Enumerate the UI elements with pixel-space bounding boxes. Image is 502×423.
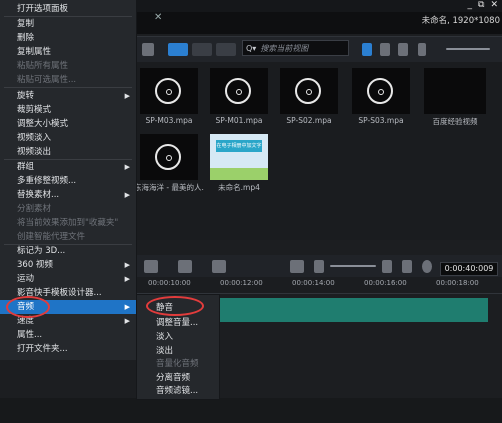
close-button[interactable]: ✕ xyxy=(490,0,498,12)
menu-item-resize-mode[interactable]: 调整大小模式 xyxy=(0,117,136,131)
menu-item-delete[interactable]: 删除 xyxy=(0,31,136,45)
menu-item-add-to-favorites: 将当前效果添加到"收藏夹" xyxy=(17,218,119,228)
thumb-ground xyxy=(210,168,268,180)
menu-item-create-proxy: 创建智能代理文件 xyxy=(17,232,86,242)
submenu-arrow-icon: ▶ xyxy=(124,303,130,311)
music-disc-icon xyxy=(225,78,251,104)
zoom-in-icon[interactable] xyxy=(382,260,392,273)
clock-icon xyxy=(422,260,432,273)
submenu-item-split-audio[interactable]: 分离音频 xyxy=(137,371,219,385)
timecode-display[interactable]: 0:00:40:009 xyxy=(440,262,498,276)
search-icon: Q▾ xyxy=(246,43,257,53)
thumbnail-view-icon[interactable] xyxy=(380,43,390,56)
media-label: 东海海洋 - 最美的人... xyxy=(134,183,204,192)
timeline-ruler[interactable]: 00:00:10:00 00:00:12:00 00:00:14:00 00:0… xyxy=(134,277,502,294)
media-label: SP-S03.mpa xyxy=(358,116,404,125)
grid-view-icon[interactable] xyxy=(398,43,408,56)
media-thumb-audio[interactable] xyxy=(210,68,268,114)
menu-item-properties[interactable]: 属性... xyxy=(0,328,136,342)
menu-item-copy-attributes[interactable]: 复制属性 xyxy=(0,45,136,59)
folder-icon[interactable] xyxy=(142,43,154,56)
menu-item-copy[interactable]: 复制 xyxy=(0,17,136,31)
highlight-ring xyxy=(146,296,204,316)
submenu-arrow-icon: ▶ xyxy=(124,92,130,100)
menu-item-360-video[interactable]: 360 视频 ▶ xyxy=(0,258,136,272)
edit-icon[interactable] xyxy=(290,260,304,273)
search-placeholder: 搜索当前视图 xyxy=(260,43,309,53)
music-disc-icon xyxy=(155,144,181,170)
window-controls: _ ⧉ ✕ xyxy=(468,0,498,12)
media-thumb-video[interactable]: 在电子相册中加文字 xyxy=(210,134,268,180)
bottom-bar xyxy=(0,398,502,423)
media-thumb-audio[interactable] xyxy=(140,134,198,180)
menu-item-video-fade-in[interactable]: 视频淡入 xyxy=(0,131,136,145)
menu-item-open-options[interactable]: 打开选项面板 xyxy=(0,2,136,16)
submenu-arrow-icon: ▶ xyxy=(124,163,130,171)
audio-clip[interactable] xyxy=(218,298,488,322)
menu-item-motion[interactable]: 运动 ▶ xyxy=(0,272,136,286)
mix-icon[interactable] xyxy=(144,260,158,273)
project-info: 未命名, 1920*1080 xyxy=(421,16,500,26)
ruler-tick: 00:00:14:00 xyxy=(292,279,335,287)
submenu-arrow-icon: ▶ xyxy=(124,275,130,283)
submenu-arrow-icon: ▶ xyxy=(124,191,130,199)
media-label: 百度经验视频 xyxy=(432,117,478,126)
media-label: SP-M03.mpa xyxy=(145,116,193,125)
video-filter-button[interactable] xyxy=(168,43,188,56)
menu-item-open-folder[interactable]: 打开文件夹... xyxy=(0,342,136,356)
photo-filter-button[interactable] xyxy=(192,43,212,56)
menu-item-paste-selected-attributes: 粘贴可选属性... xyxy=(17,75,77,85)
menu-item-group[interactable]: 群组 ▶ xyxy=(0,160,136,174)
menu-item-video-fade-out[interactable]: 视频淡出 xyxy=(0,145,136,159)
thumb-caption: 在电子相册中加文字 xyxy=(216,140,262,152)
submenu-item-fade-in[interactable]: 淡入 xyxy=(137,330,219,344)
music-disc-icon xyxy=(367,78,393,104)
menu-item-split-clip: 分割素材 xyxy=(17,204,52,214)
submenu-item-normalize-audio: 音量化音频 xyxy=(156,359,199,369)
media-label: SP-S02.mpa xyxy=(286,116,332,125)
menu-separator xyxy=(4,87,132,88)
media-thumb-video[interactable] xyxy=(424,68,486,114)
submenu-item-audio-filter[interactable]: 音频滤镜... xyxy=(137,384,219,398)
ruler-tick: 00:00:16:00 xyxy=(364,279,407,287)
menu-item-crop-mode[interactable]: 裁剪模式 xyxy=(0,103,136,117)
ruler-tick: 00:00:18:00 xyxy=(436,279,479,287)
media-thumb-audio[interactable] xyxy=(352,68,410,114)
fit-icon[interactable] xyxy=(212,260,226,273)
media-thumb-audio[interactable] xyxy=(280,68,338,114)
music-disc-icon xyxy=(295,78,321,104)
loop-icon[interactable] xyxy=(178,260,192,273)
media-thumb-audio[interactable] xyxy=(140,68,198,114)
zoom-out-icon[interactable] xyxy=(314,260,324,273)
submenu-arrow-icon: ▶ xyxy=(124,317,130,325)
music-disc-icon xyxy=(155,78,181,104)
ruler-tick: 00:00:12:00 xyxy=(220,279,263,287)
menu-item-replace-clip[interactable]: 替换素材... ▶ xyxy=(0,188,136,202)
thumbnail-size-slider[interactable] xyxy=(446,48,490,50)
media-label: 未命名.mp4 xyxy=(218,183,260,192)
search-input[interactable]: Q▾ 搜索当前视图 xyxy=(242,40,349,56)
menu-item-mark-3d[interactable]: 标记为 3D... xyxy=(0,244,136,258)
minimize-button[interactable]: _ xyxy=(468,0,473,12)
submenu-item-adjust-volume[interactable]: 调整音量... xyxy=(137,316,219,330)
menu-item-multi-trim[interactable]: 多重修整视频... xyxy=(0,174,136,188)
zoom-slider[interactable] xyxy=(330,265,376,267)
menu-item-paste-all-attributes: 粘贴所有属性 xyxy=(17,61,69,71)
media-library: SP-M03.mpa SP-M01.mpa SP-S02.mpa SP-S03.… xyxy=(134,62,502,240)
sort-icon[interactable] xyxy=(418,43,426,56)
restore-button[interactable]: ⧉ xyxy=(478,0,484,12)
media-label: SP-M01.mpa xyxy=(215,116,263,125)
menu-item-rotate[interactable]: 旋转 ▶ xyxy=(0,89,136,103)
fit-project-icon[interactable] xyxy=(402,260,412,273)
ruler-tick: 00:00:10:00 xyxy=(148,279,191,287)
submenu-item-fade-out[interactable]: 淡出 xyxy=(137,344,219,358)
close-tab-icon[interactable]: ✕ xyxy=(154,12,162,23)
submenu-arrow-icon: ▶ xyxy=(124,261,130,269)
list-view-icon[interactable] xyxy=(362,43,372,56)
audio-filter-button[interactable] xyxy=(216,43,236,56)
highlight-ring xyxy=(6,296,50,318)
